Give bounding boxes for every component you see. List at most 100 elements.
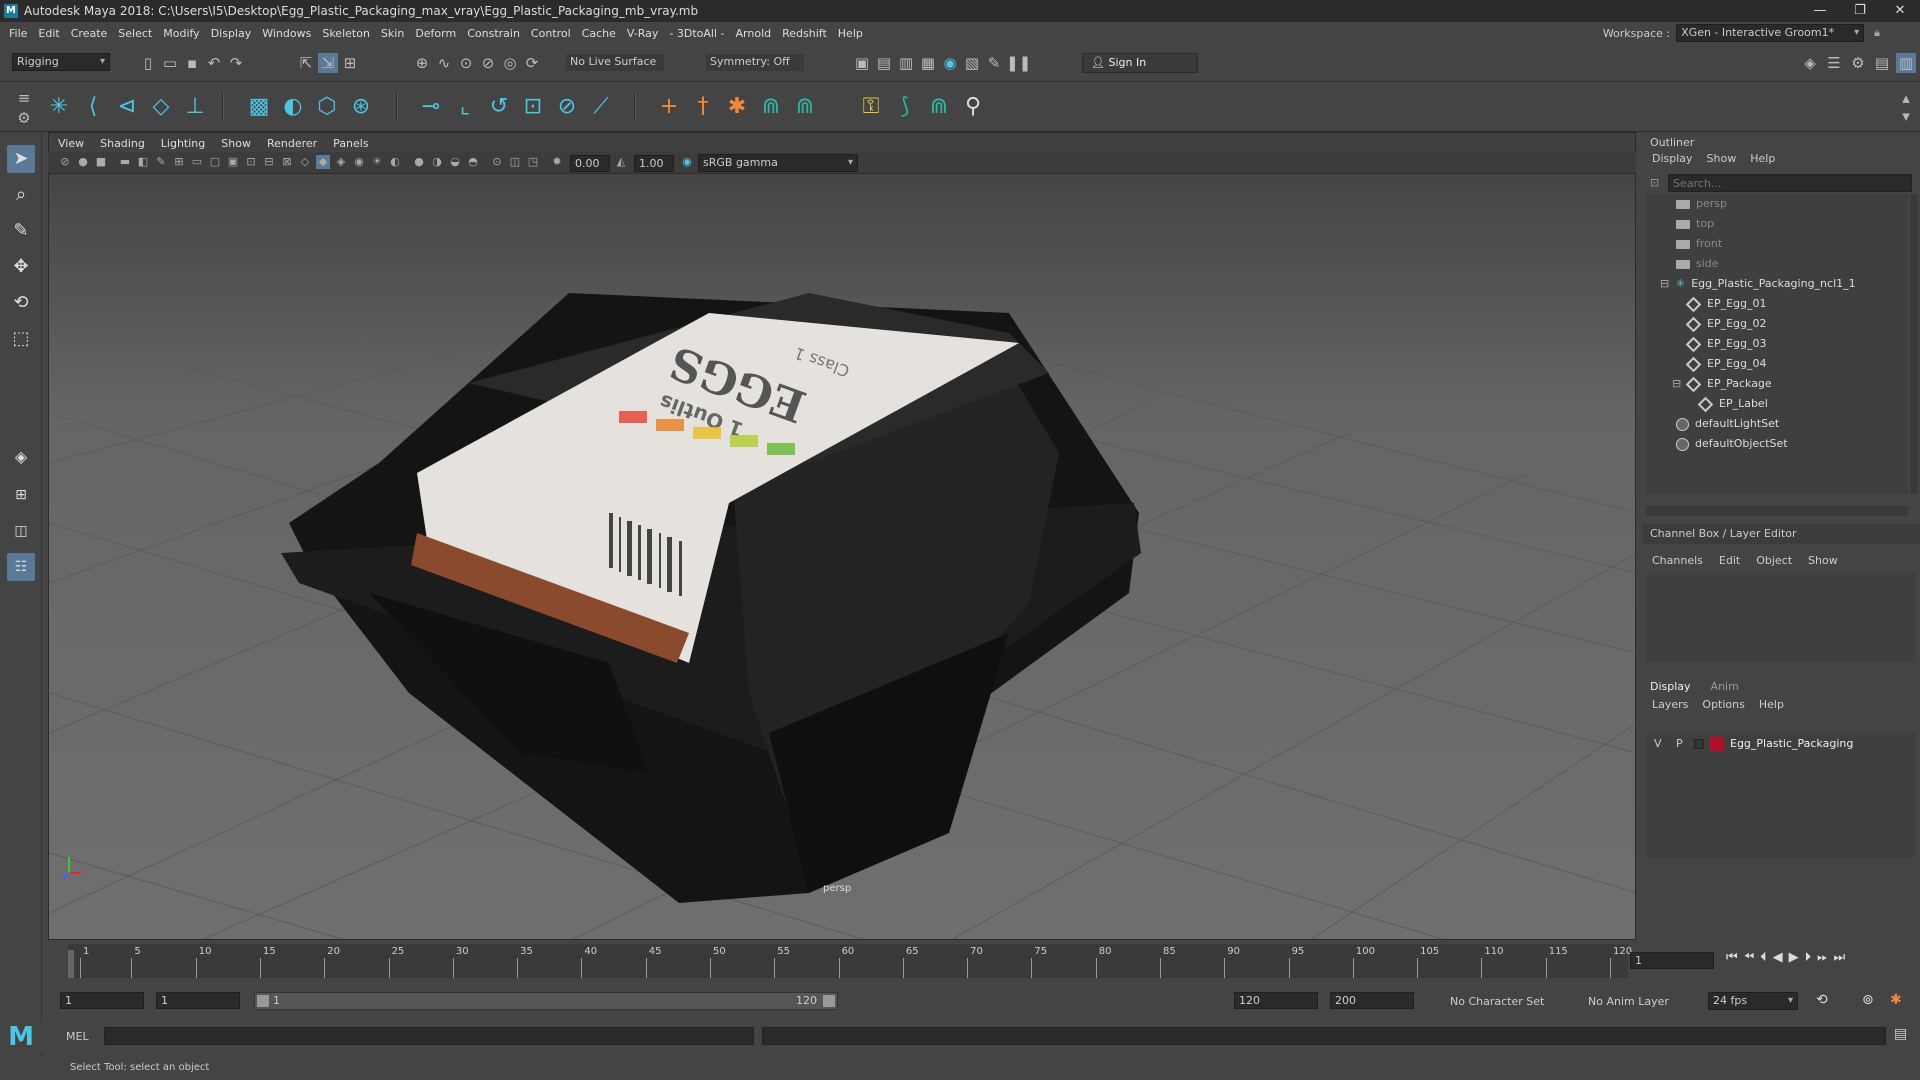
- lock-icon[interactable]: 🔒︎: [1874, 26, 1880, 40]
- constraint-aim-icon[interactable]: ⊘: [552, 92, 582, 122]
- new-scene-icon[interactable]: ▯: [138, 53, 158, 73]
- channelbox-menu-channels[interactable]: Channels: [1652, 554, 1703, 567]
- channelbox-menu-edit[interactable]: Edit: [1719, 554, 1740, 567]
- tab-display[interactable]: Display: [1650, 680, 1691, 693]
- snap-point-icon[interactable]: ⊙: [456, 53, 476, 73]
- menu-create[interactable]: Create: [71, 27, 108, 40]
- outliner-row[interactable]: defaultObjectSet: [1676, 434, 1788, 454]
- grid-toggle-icon[interactable]: ⊞: [172, 155, 186, 169]
- menu-windows[interactable]: Windows: [262, 27, 311, 40]
- range-slider[interactable]: 1 120: [254, 992, 838, 1010]
- depth-of-field-icon[interactable]: ◓: [466, 155, 480, 169]
- layer-name[interactable]: Egg_Plastic_Packaging: [1730, 734, 1853, 754]
- step-back-key-icon[interactable]: ⏪︎: [1744, 950, 1754, 965]
- resolution-gate-icon[interactable]: ▢: [208, 155, 222, 169]
- outliner-row[interactable]: front: [1676, 234, 1722, 254]
- move-tool-icon[interactable]: ✥: [7, 253, 35, 281]
- outliner-vscrollbar[interactable]: [1910, 194, 1918, 494]
- single-perspective-layout-icon[interactable]: ◈: [7, 443, 35, 471]
- render-settings-icon[interactable]: ▦: [918, 53, 938, 73]
- hik-icon-3[interactable]: ⋒: [924, 92, 954, 122]
- menu-constrain[interactable]: Constrain: [467, 27, 520, 40]
- safe-action-icon[interactable]: ⊟: [262, 155, 276, 169]
- paint-select-tool-icon[interactable]: ✎: [7, 217, 35, 245]
- constraint-scale-icon[interactable]: ⊡: [518, 92, 548, 122]
- render-view-icon[interactable]: ▣: [852, 53, 872, 73]
- channelbox-menu-show[interactable]: Show: [1808, 554, 1838, 567]
- attribute-editor-icon[interactable]: ☰: [1824, 53, 1844, 73]
- step-forward-frame-icon[interactable]: ⏵︎: [1805, 950, 1812, 965]
- constraint-point-icon[interactable]: ⌞: [450, 92, 480, 122]
- anim-layer-selector[interactable]: No Anim Layer: [1588, 995, 1669, 1008]
- mirror-joint-icon[interactable]: ⊲: [112, 92, 142, 122]
- menu-3dtoall[interactable]: - 3DtoAll -: [669, 27, 724, 40]
- motion-blur-icon[interactable]: ◑: [430, 155, 444, 169]
- gamma-field[interactable]: 1.00: [634, 155, 674, 172]
- menu-control[interactable]: Control: [531, 27, 571, 40]
- layer-menu-help[interactable]: Help: [1759, 698, 1784, 711]
- open-scene-icon[interactable]: ▭: [160, 53, 180, 73]
- layer-row[interactable]: V P Egg_Plastic_Packaging: [1646, 734, 1916, 754]
- layer-menu-layers[interactable]: Layers: [1652, 698, 1688, 711]
- outliner-filter-icon[interactable]: ⊡: [1650, 176, 1659, 189]
- paint-weights-icon[interactable]: ◐: [278, 92, 308, 122]
- select-camera-icon[interactable]: ⊘: [58, 155, 72, 169]
- viewport-menu-show[interactable]: Show: [221, 137, 251, 150]
- anti-aliasing-icon[interactable]: ◒: [448, 155, 462, 169]
- loop-icon[interactable]: ⟲: [1816, 992, 1828, 1008]
- outliner-search-input[interactable]: [1668, 174, 1912, 192]
- cluster-icon[interactable]: ⊛: [346, 92, 376, 122]
- expand-toggle-icon[interactable]: ⊟: [1660, 274, 1669, 294]
- shadows-icon[interactable]: ◐: [388, 155, 402, 169]
- exposure-field[interactable]: 0.00: [570, 155, 610, 172]
- select-by-component-icon[interactable]: ⊞: [340, 53, 360, 73]
- constraint-pole-icon[interactable]: ⟋: [586, 92, 616, 122]
- layer-visibility-toggle[interactable]: V: [1654, 734, 1662, 754]
- character-icon[interactable]: ✱: [722, 92, 752, 122]
- outliner-menu-show[interactable]: Show: [1707, 152, 1737, 165]
- workspace-dropdown[interactable]: XGen - Interactive Groom1*: [1676, 24, 1865, 42]
- insert-joint-icon[interactable]: ⟨: [78, 92, 108, 122]
- play-backward-icon[interactable]: ◀: [1773, 950, 1783, 965]
- go-to-start-icon[interactable]: ⏮: [1726, 950, 1738, 965]
- outliner-row[interactable]: ⊟ EP_Package: [1672, 374, 1772, 394]
- minimize-button[interactable]: —: [1800, 0, 1840, 22]
- graph-editor-icon[interactable]: ⟆: [890, 92, 920, 122]
- orient-joint-icon[interactable]: ◇: [146, 92, 176, 122]
- menu-skeleton[interactable]: Skeleton: [322, 27, 370, 40]
- modeling-toolkit-icon[interactable]: ◈: [1800, 53, 1820, 73]
- smooth-shade-icon[interactable]: ◆: [316, 155, 330, 169]
- render-setup-icon[interactable]: ▧: [962, 53, 982, 73]
- outliner-row[interactable]: EP_Egg_01: [1685, 294, 1767, 314]
- snap-pivot-icon[interactable]: ⟳: [522, 53, 542, 73]
- select-by-object-icon[interactable]: ⇲: [318, 53, 338, 73]
- expand-toggle-icon[interactable]: ⊟: [1672, 374, 1681, 394]
- viewport-menu-renderer[interactable]: Renderer: [267, 137, 317, 150]
- undo-icon[interactable]: ↶: [204, 53, 224, 73]
- two-d-pan-icon[interactable]: ◧: [136, 155, 150, 169]
- pause-viewport-icon[interactable]: ❚❚: [1006, 53, 1031, 73]
- menu-select[interactable]: Select: [118, 27, 152, 40]
- symmetry-field[interactable]: Symmetry: Off: [706, 54, 804, 71]
- layer-playback-toggle[interactable]: P: [1676, 734, 1683, 754]
- gate-mask-icon[interactable]: ▣: [226, 155, 240, 169]
- outliner-row[interactable]: persp: [1676, 194, 1727, 214]
- constraint-parent-icon[interactable]: ⊸: [416, 92, 446, 122]
- layer-color-swatch[interactable]: [1710, 737, 1724, 751]
- playback-start-field[interactable]: 1: [156, 992, 240, 1009]
- locator-joint-icon[interactable]: †: [688, 92, 718, 122]
- time-ruler[interactable]: 1 5 10 15 20 25 30 35 40 45 50 55 60 65 70 75 80 85 90 95 10…: [68, 944, 1632, 978]
- live-surface-field[interactable]: No Live Surface: [566, 54, 664, 71]
- menu-deform[interactable]: Deform: [415, 27, 456, 40]
- wireframe-icon[interactable]: ◇: [298, 155, 312, 169]
- shelf-menu-icon[interactable]: ≡: [14, 88, 34, 108]
- outliner-row[interactable]: EP_Egg_02: [1685, 314, 1767, 334]
- menu-skin[interactable]: Skin: [381, 27, 404, 40]
- sign-in-button[interactable]: 👤︎ Sign In: [1082, 53, 1198, 73]
- close-button[interactable]: ✕: [1880, 0, 1920, 22]
- current-frame-field[interactable]: 1: [1630, 952, 1714, 969]
- colorspace-dropdown[interactable]: sRGB gamma: [698, 154, 858, 172]
- menu-redshift[interactable]: Redshift: [782, 27, 827, 40]
- default-lighting-icon[interactable]: ◈: [334, 155, 348, 169]
- play-forward-icon[interactable]: ▶: [1789, 950, 1799, 965]
